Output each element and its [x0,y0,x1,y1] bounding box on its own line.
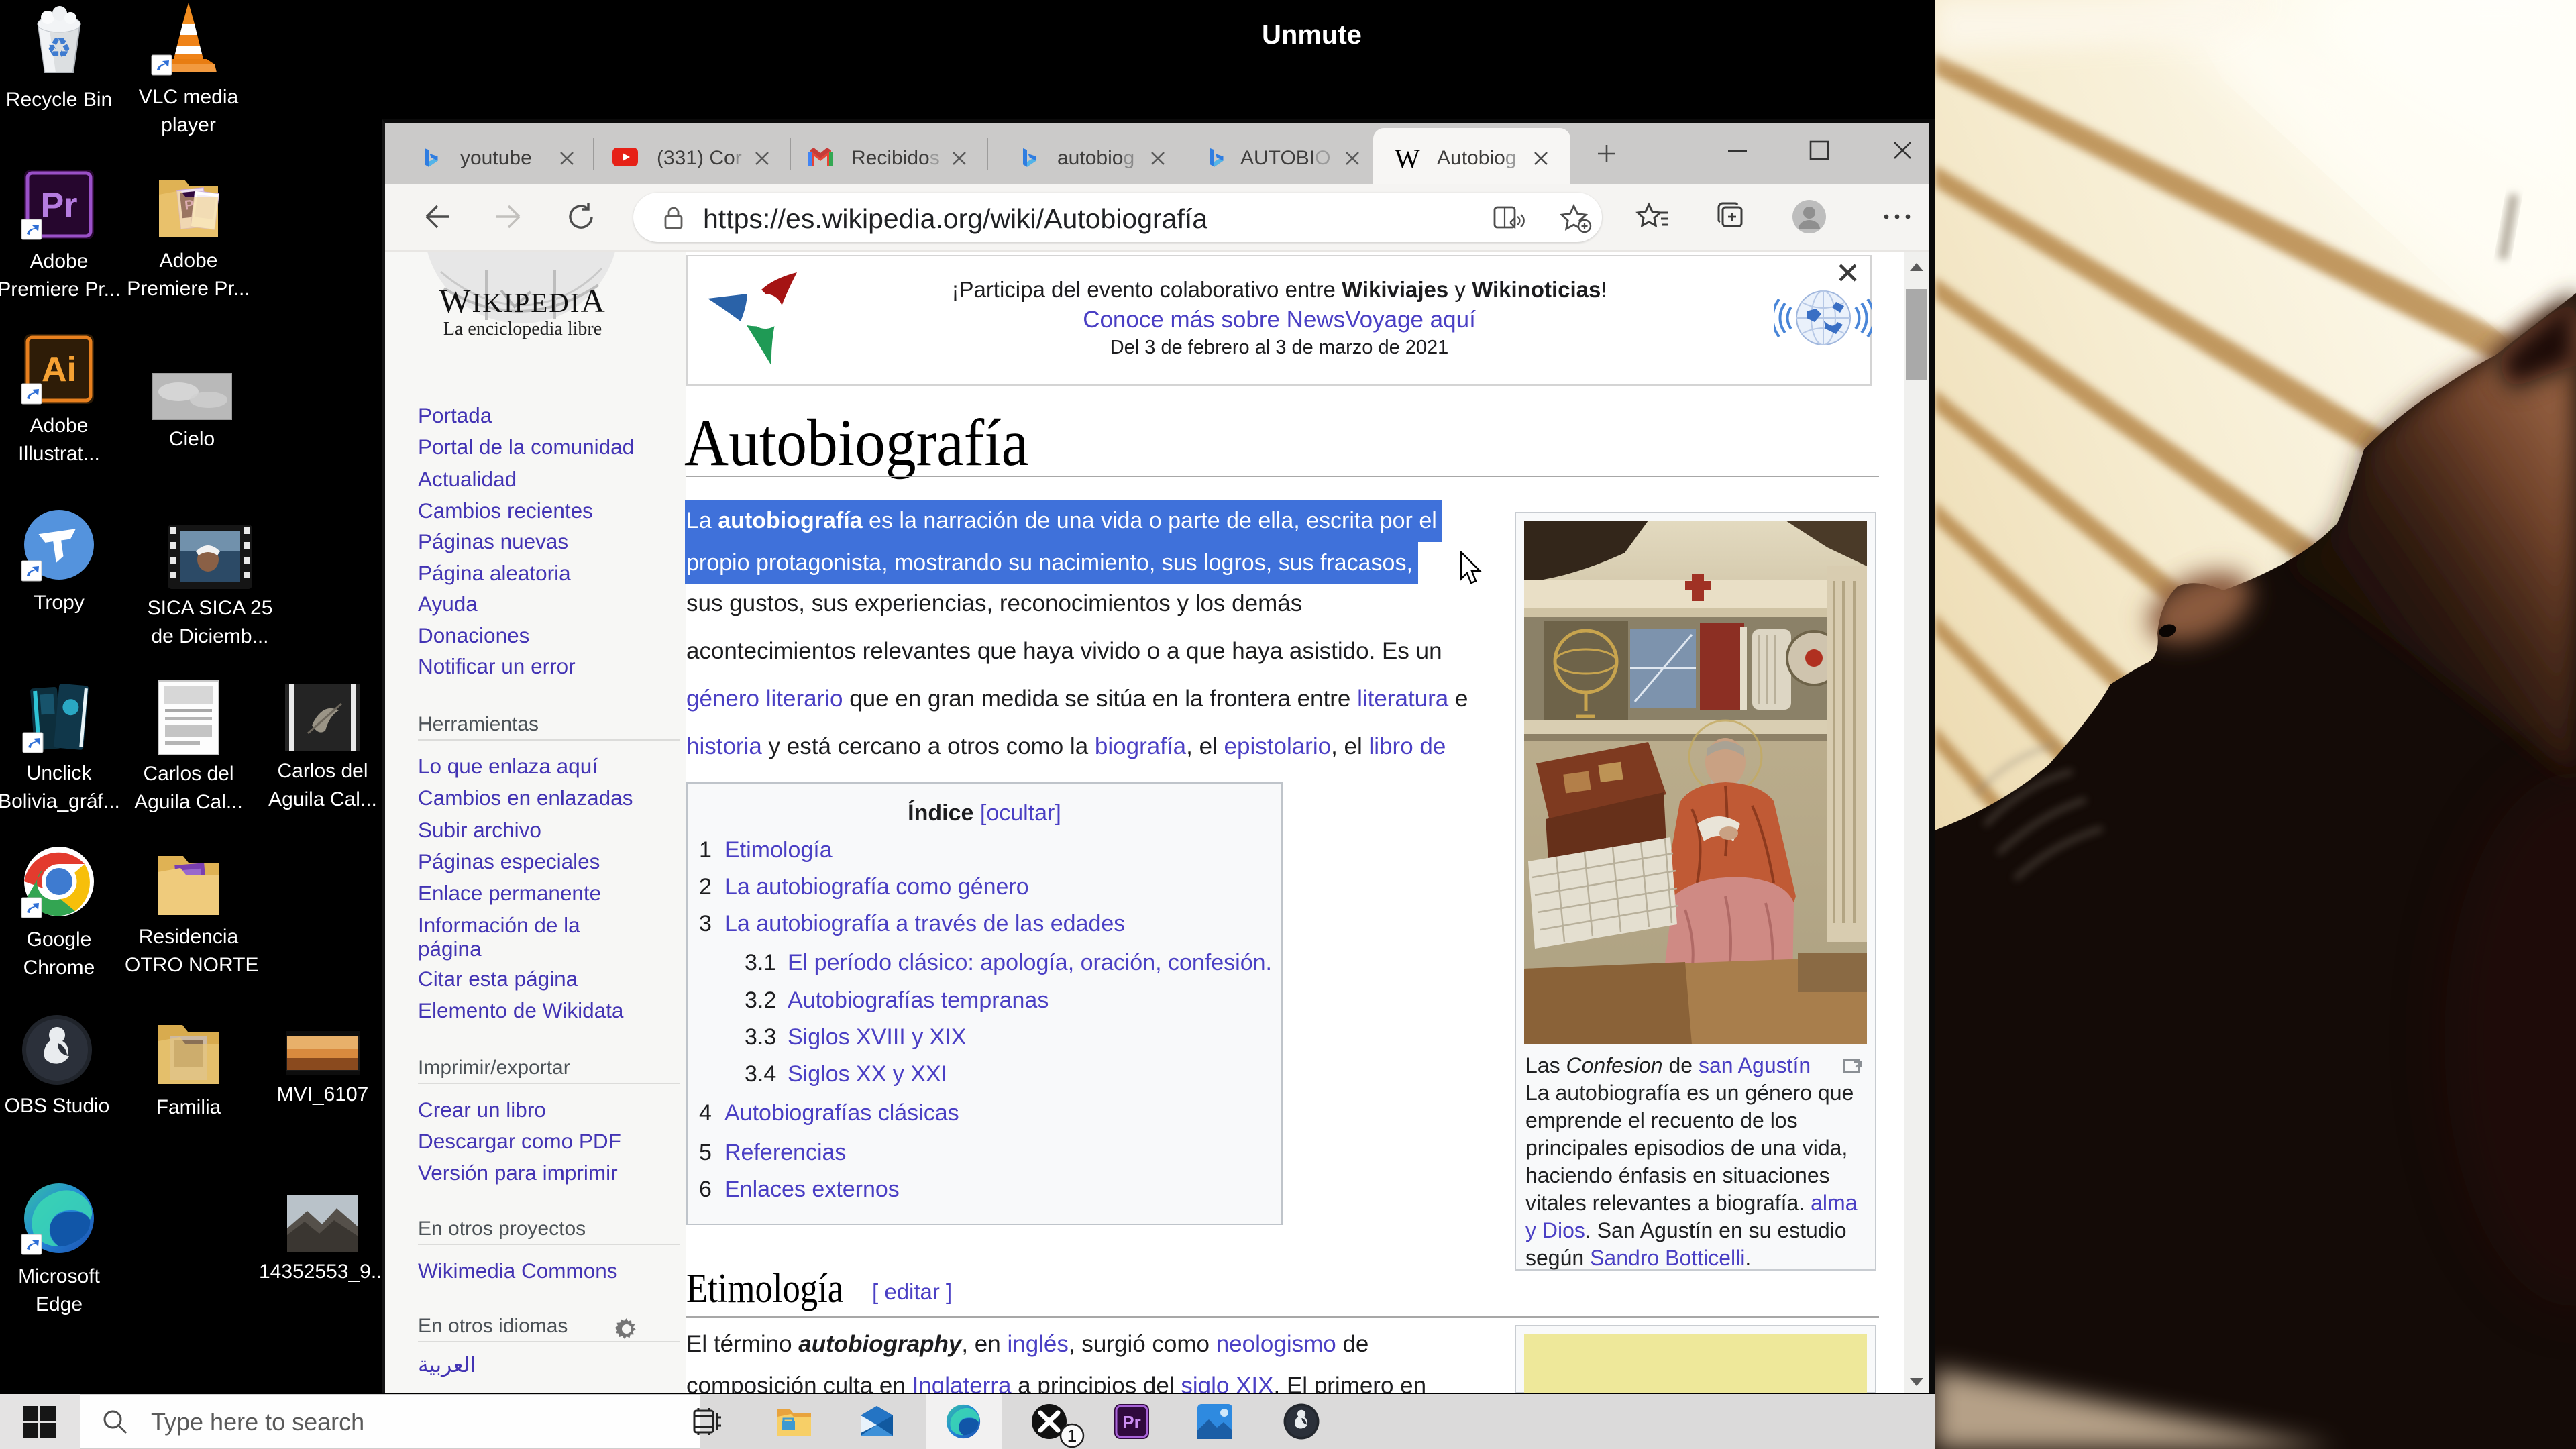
svg-text:Pr: Pr [1122,1412,1140,1432]
svg-text:Ai: Ai [42,350,76,389]
svg-text:♻: ♻ [46,32,72,64]
svg-text:1: 1 [1067,1426,1077,1446]
svg-text:Pr: Pr [41,186,78,225]
